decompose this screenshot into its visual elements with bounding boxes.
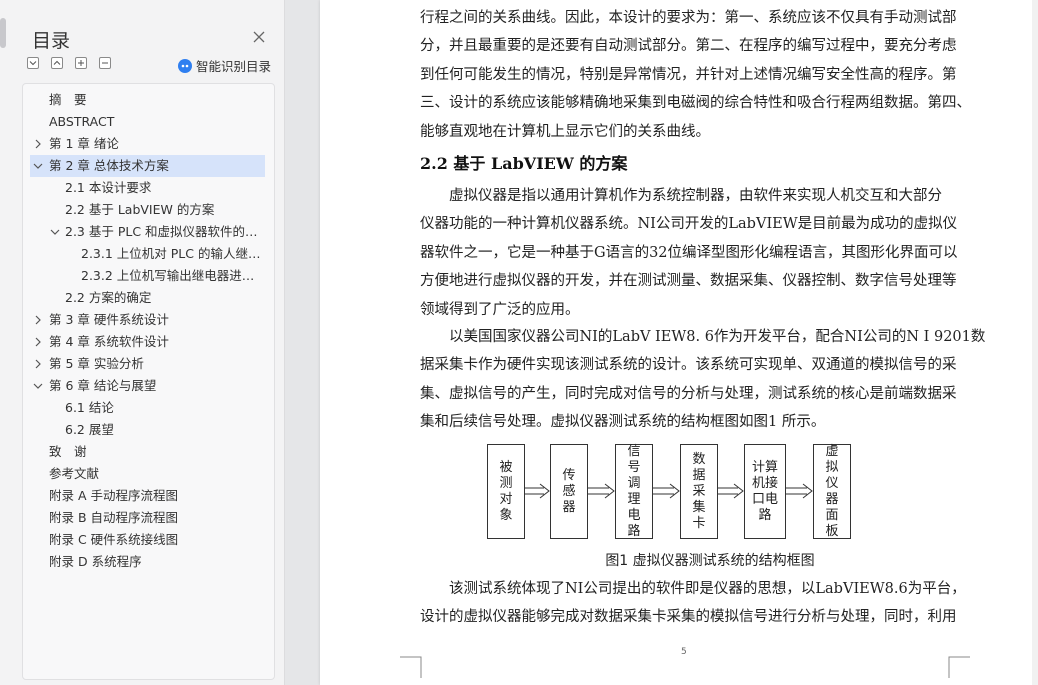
figure-caption: 图1 虚拟仪器测试系统的结构框图 [605,553,815,569]
page-corner-mark [948,656,970,678]
text-line: 该测试系统体现了NI公司提出的软件即是仪器的思想，以LabVIEW8.6为平台， [420,581,966,597]
text-line: 设计的虚拟仪器能够完成对数据采集卡采集的模拟信号进行分析与处理，同时，利用 [420,609,957,626]
paragraph-conclusion: 该测试系统体现了NI公司提出的软件即是仪器的思想，以LabVIEW8.6为平台，… [420,575,966,632]
document-scrollbar[interactable] [1032,0,1038,685]
page-corner-mark [400,656,422,678]
page-number: 5 [681,647,687,657]
